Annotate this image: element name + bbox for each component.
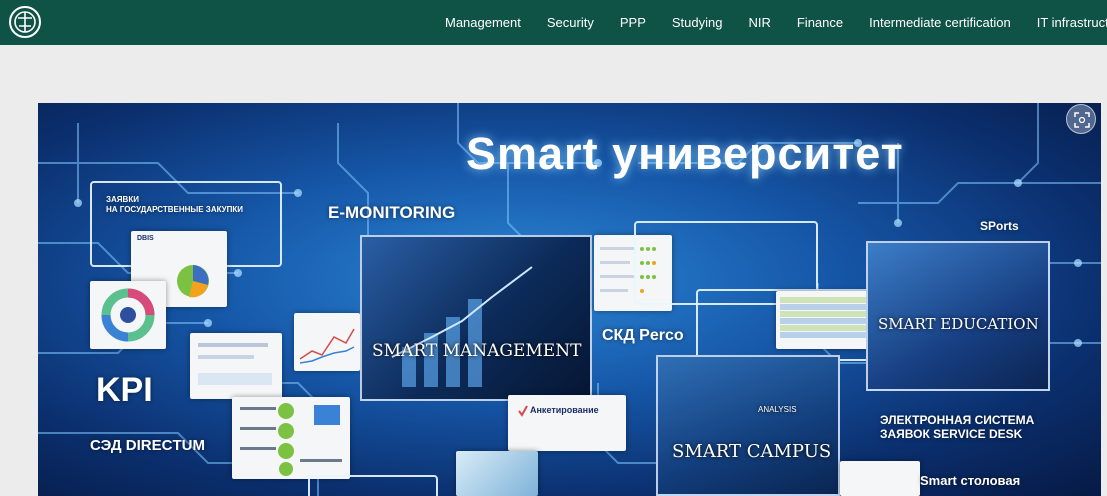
nav-menu: Management Security PPP Studying NIR Fin… — [432, 0, 1107, 45]
analysis-label: ANALYSIS — [758, 405, 797, 414]
check-icon — [518, 405, 528, 417]
line-chart-thumbnail — [294, 313, 360, 371]
bottom-photo-thumbnail — [456, 451, 538, 496]
nav-item-studying[interactable]: Studying — [659, 15, 736, 30]
survey-thumbnail: Анкетирование — [508, 395, 626, 451]
survey-label: Анкетирование — [530, 405, 599, 415]
e-monitoring-label: E-MONITORING — [328, 203, 456, 222]
top-navbar: Management Security PPP Studying NIR Fin… — [0, 0, 1107, 45]
nav-item-security[interactable]: Security — [534, 15, 607, 30]
kpi-label: KPI — [96, 371, 153, 409]
sports-label: SPorts — [980, 219, 1019, 233]
smart-management-label: SMART MANAGEMENT — [372, 341, 582, 361]
smart-campus-label: SMART CAMPUS — [672, 441, 832, 462]
smart-education-label: SMART EDUCATION — [878, 315, 1039, 333]
nav-item-finance[interactable]: Finance — [784, 15, 856, 30]
university-shield-logo-icon[interactable] — [8, 5, 42, 39]
smart-campus-image: ANALYSIS SMART CAMPUS — [656, 355, 840, 496]
nav-item-intermediate-certification[interactable]: Intermediate certification — [856, 15, 1024, 30]
sed-directum-label: СЭД DIRECTUM — [90, 437, 205, 454]
nav-item-ppp[interactable]: PPP — [607, 15, 659, 30]
smart-management-image: SMART MANAGEMENT — [360, 235, 592, 401]
service-desk-label: ЭЛЕКТРОННАЯ СИСТЕМА ЗАЯВОК SERVICE DESK — [880, 413, 1035, 441]
smart-cycle-diagram-thumbnail — [90, 281, 166, 349]
line-chart-graphic — [299, 328, 355, 364]
zoom-image-button[interactable] — [1066, 104, 1096, 134]
smart-canteen-label: Smart столовая — [920, 473, 1021, 488]
canteen-table-thumbnail — [840, 461, 920, 496]
analytics-table-graphic — [780, 297, 868, 338]
nav-item-it-infrastructure[interactable]: IT infrastructu — [1024, 15, 1107, 30]
smart-university-banner: Smart университет ЗАЯВКИ НА ГОСУДАРСТВЕН… — [38, 103, 1101, 496]
process-diagram-thumbnail — [232, 397, 350, 479]
smart-education-image: SMART EDUCATION — [866, 241, 1050, 391]
nav-item-nir[interactable]: NIR — [735, 15, 783, 30]
ska-perco-label: СКД Perco — [602, 327, 684, 344]
nav-item-management[interactable]: Management — [432, 15, 534, 30]
procurement-label: ЗАЯВКИ НА ГОСУДАРСТВЕННЫЕ ЗАКУПКИ — [106, 195, 244, 214]
focus-zoom-icon — [1074, 112, 1090, 128]
report-form-thumbnail — [190, 333, 282, 399]
dbis-label: DBIS — [137, 235, 154, 242]
banner-title: Smart университет — [466, 128, 904, 179]
pie-graphic — [177, 265, 209, 298]
bottom-left-panel — [308, 475, 438, 496]
growth-bars-graphic — [391, 266, 533, 387]
cycle-diagram-graphic — [101, 288, 155, 342]
analytics-table-thumbnail — [776, 291, 872, 349]
process-icons-graphic — [240, 403, 342, 476]
